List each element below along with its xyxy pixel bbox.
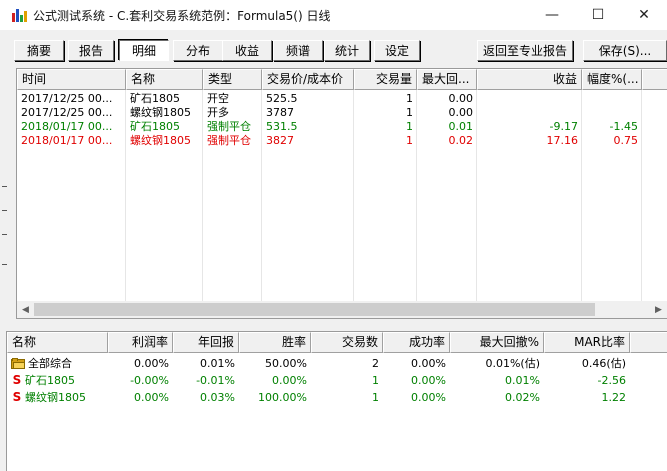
summary-row-rebar[interactable]: S 螺纹钢1805 0.00% 0.03% 100.00% 1 0.00% 0.… xyxy=(7,389,667,406)
scroll-left-icon[interactable]: ◀ xyxy=(17,301,34,318)
return-to-report-button[interactable]: 返回至专业报告 xyxy=(477,40,573,61)
col-sum-extra[interactable] xyxy=(630,332,667,353)
tab-distribution[interactable]: 分布 xyxy=(173,40,223,61)
tab-statistics[interactable]: 统计 xyxy=(324,40,370,61)
col-type[interactable]: 类型 xyxy=(203,69,262,90)
toolbar: 摘要 报告 明细 分布 收益 频谱 统计 设定 返回至专业报告 保存(S)... xyxy=(0,30,667,66)
trade-details-grid[interactable]: 时间 名称 类型 交易价/成本价 交易量 最大回... 收益 幅度%(... 2… xyxy=(16,68,667,319)
table-row[interactable]: 2018/01/17 00... 螺纹钢1805 强制平仓 3827 1 0.0… xyxy=(17,134,667,148)
col-sum-trade-count[interactable]: 交易数 xyxy=(311,332,383,353)
summary-name: 矿石1805 xyxy=(25,374,75,387)
col-sum-max-drawdown[interactable]: 最大回撤% xyxy=(450,332,544,353)
summary-rows: 全部综合 0.00% 0.01% 50.00% 2 0.00% 0.01%(估)… xyxy=(7,355,667,406)
summary-name: 全部综合 xyxy=(28,357,72,370)
save-button[interactable]: 保存(S)... xyxy=(583,40,667,61)
col-sum-profit-rate[interactable]: 利润率 xyxy=(108,332,173,353)
table-row[interactable]: 2018/01/17 00... 矿石1805 强制平仓 531.5 1 0.0… xyxy=(17,120,667,134)
col-sum-win-rate[interactable]: 胜率 xyxy=(239,332,311,353)
close-button[interactable]: ✕ xyxy=(621,0,667,30)
col-time[interactable]: 时间 xyxy=(17,69,126,90)
minimize-button[interactable]: — xyxy=(529,0,575,30)
window-title: 公式测试系统 - C.套利交易系统范例：Formula5() 日线 xyxy=(33,8,331,23)
summary-grid[interactable]: 名称 利润率 年回报 胜率 交易数 成功率 最大回撤% MAR比率 全部综合 0… xyxy=(6,331,667,471)
table-row[interactable]: 2017/12/25 00... 螺纹钢1805 开多 3787 1 0.00 xyxy=(17,106,667,120)
col-sum-annual-return[interactable]: 年回报 xyxy=(173,332,239,353)
col-sum-name[interactable]: 名称 xyxy=(7,332,108,353)
trade-grid-header: 时间 名称 类型 交易价/成本价 交易量 最大回... 收益 幅度%(... xyxy=(17,69,667,90)
tab-spectrum[interactable]: 频谱 xyxy=(273,40,323,61)
col-percent[interactable]: 幅度%(... xyxy=(582,69,642,90)
tab-details[interactable]: 明细 xyxy=(119,40,169,61)
horizontal-scrollbar[interactable]: ◀ ▶ xyxy=(17,301,667,318)
folder-icon xyxy=(11,358,25,369)
tab-settings[interactable]: 设定 xyxy=(374,40,420,61)
tab-summary[interactable]: 摘要 xyxy=(14,40,64,61)
col-price[interactable]: 交易价/成本价 xyxy=(262,69,354,90)
app-chart-icon xyxy=(11,7,27,23)
summary-grid-header: 名称 利润率 年回报 胜率 交易数 成功率 最大回撤% MAR比率 xyxy=(7,332,667,353)
col-profit[interactable]: 收益 xyxy=(477,69,582,90)
col-max-drawdown[interactable]: 最大回... xyxy=(417,69,477,90)
summary-name: 螺纹钢1805 xyxy=(25,391,86,404)
trade-rows: 2017/12/25 00... 矿石1805 开空 525.5 1 0.00 … xyxy=(17,92,667,148)
col-sum-mar-ratio[interactable]: MAR比率 xyxy=(544,332,630,353)
col-sum-success-rate[interactable]: 成功率 xyxy=(383,332,450,353)
maximize-button[interactable]: ☐ xyxy=(575,0,621,30)
scroll-track[interactable] xyxy=(34,303,650,316)
strategy-s-icon: S xyxy=(12,373,22,387)
panel-splitter[interactable] xyxy=(0,319,667,331)
table-row[interactable]: 2017/12/25 00... 矿石1805 开空 525.5 1 0.00 xyxy=(17,92,667,106)
title-bar: 公式测试系统 - C.套利交易系统范例：Formula5() 日线 — ☐ ✕ xyxy=(0,0,667,30)
scroll-right-icon[interactable]: ▶ xyxy=(650,301,667,318)
col-extra[interactable] xyxy=(642,69,667,90)
summary-row-iron-ore[interactable]: S 矿石1805 -0.00% -0.01% 0.00% 1 0.00% 0.0… xyxy=(7,372,667,389)
window-controls: — ☐ ✕ xyxy=(529,0,667,30)
col-quantity[interactable]: 交易量 xyxy=(354,69,417,90)
strategy-s-icon: S xyxy=(12,390,22,404)
summary-row-total[interactable]: 全部综合 0.00% 0.01% 50.00% 2 0.00% 0.01%(估)… xyxy=(7,355,667,372)
col-name[interactable]: 名称 xyxy=(126,69,203,90)
scroll-thumb[interactable] xyxy=(34,303,595,316)
tab-report[interactable]: 报告 xyxy=(68,40,114,61)
left-edge-strip xyxy=(0,68,16,328)
tab-profit[interactable]: 收益 xyxy=(222,40,272,61)
